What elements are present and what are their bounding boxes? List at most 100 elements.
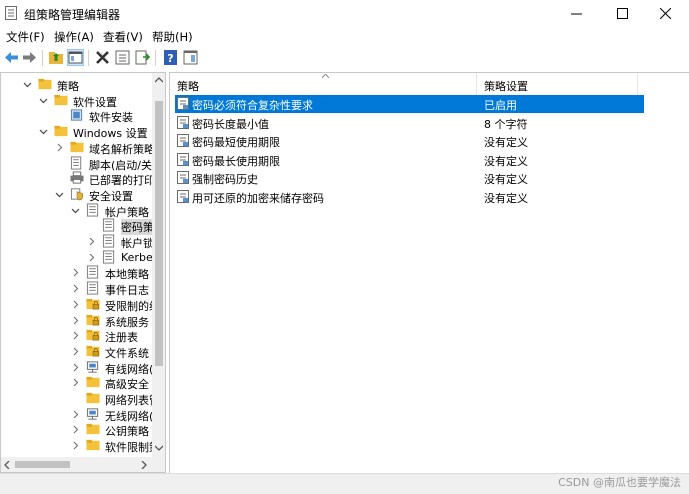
chevron-right-icon[interactable] (55, 143, 64, 152)
svg-text:?: ? (167, 52, 173, 65)
chevron-right-icon[interactable] (71, 284, 80, 293)
column-header-policy[interactable]: 策略 (170, 73, 477, 95)
chevron-right-icon[interactable] (87, 237, 96, 246)
scroll-right-icon (141, 461, 147, 469)
console-tree[interactable]: 策略软件设置软件安装 Windows 设置域名解析策略脚本(启动/关机已部署的打印… (0, 72, 166, 473)
tree-node[interactable]: 网络列表管 (71, 391, 152, 407)
show-action-pane-button[interactable] (182, 49, 199, 66)
chevron-right-icon[interactable] (71, 441, 80, 450)
chevron-right-icon[interactable] (71, 316, 80, 325)
policy-setting-icon (177, 171, 189, 184)
chevron-right-icon[interactable] (71, 378, 80, 387)
help-button[interactable]: ? (162, 49, 179, 66)
tree-node[interactable]: 注册表 (71, 328, 152, 344)
tree-vertical-scrollbar[interactable] (152, 73, 165, 457)
tree-vertical-scroll-thumb[interactable] (155, 101, 163, 366)
action-pane-icon (183, 50, 198, 65)
policy-row[interactable]: 密码最长使用期限 没有定义 (175, 151, 644, 169)
tree-node[interactable]: 安全设置 (55, 187, 152, 203)
tree-node[interactable]: Kerber (87, 250, 152, 266)
policy-row[interactable]: 用可还原的加密来储存密码 没有定义 (175, 188, 644, 206)
policy-row[interactable]: 密码必须符合复杂性要求 已启用 (175, 95, 644, 113)
tree-node[interactable]: 策略 (23, 77, 152, 93)
tree-node[interactable]: 系统服务 (71, 313, 152, 329)
tree-node-label: 已部署的打印 (89, 174, 152, 188)
tree-node-label: 网络列表管 (105, 394, 152, 407)
menu-view[interactable]: 查看(V) (103, 29, 143, 45)
policy-setting-value: 8 个字符 (484, 117, 528, 131)
chevron-right-icon[interactable] (71, 268, 80, 277)
maximize-button[interactable] (600, 0, 646, 26)
up-one-level-button[interactable] (48, 49, 65, 66)
export-list-button[interactable] (134, 49, 151, 66)
console-tree-icon (68, 51, 83, 64)
tree-node[interactable]: 软件设置 (39, 93, 152, 109)
tree-view: 策略软件设置软件安装 Windows 设置域名解析策略脚本(启动/关机已部署的打印… (1, 73, 152, 457)
tree-node[interactable]: 公钥策略 (71, 422, 152, 438)
tree-node[interactable]: 脚本(启动/关机 (55, 155, 152, 172)
policy-row[interactable]: 密码最短使用期限 没有定义 (175, 132, 644, 150)
tree-node-label: 脚本(启动/关机 (89, 158, 152, 172)
menu-action[interactable]: 操作(A) (54, 29, 94, 45)
tree-node[interactable]: 帐户锁 (87, 234, 152, 250)
menu-file[interactable]: 文件(F) (6, 29, 45, 45)
delete-button[interactable] (94, 49, 111, 66)
policy-setting-icon (177, 115, 189, 129)
tree-node[interactable]: Windows 设置 (39, 124, 152, 140)
tree-node[interactable]: 软件安装 (55, 108, 152, 124)
policy-name: 密码必须符合复杂性要求 (192, 99, 313, 112)
chevron-right-icon[interactable] (71, 363, 80, 372)
tree-node[interactable]: 有线网络(I (71, 360, 152, 376)
chevron-right-icon[interactable] (71, 347, 80, 356)
chevron-down-icon[interactable] (55, 190, 64, 199)
no-expander (55, 111, 64, 120)
properties-icon (115, 50, 130, 65)
policy-name: 密码长度最小值 (192, 117, 269, 131)
chevron-down-icon[interactable] (39, 96, 48, 105)
close-button[interactable] (643, 0, 689, 26)
tree-node-label: 有线网络(I (105, 362, 152, 376)
forward-button[interactable] (21, 49, 38, 66)
tree-horizontal-scroll-thumb[interactable] (15, 461, 70, 468)
folder-icon (54, 94, 68, 105)
chevron-right-icon[interactable] (71, 331, 80, 340)
tree-node[interactable]: 软件限制策 (71, 438, 152, 454)
policy-row[interactable]: 密码长度最小值 8 个字符 (175, 114, 644, 132)
tree-node[interactable]: 密码策 (87, 218, 152, 236)
tree-node-label: Windows 设置 (73, 127, 148, 141)
policy-row[interactable]: 强制密码历史 没有定义 (175, 169, 644, 187)
back-button[interactable] (3, 49, 20, 66)
tree-node[interactable]: 域名解析策略 (55, 140, 152, 156)
menu-help[interactable]: 帮助(H) (152, 29, 193, 45)
chevron-right-icon[interactable] (71, 410, 80, 419)
properties-button[interactable] (114, 49, 131, 66)
policy-icon (102, 234, 115, 248)
tree-node[interactable]: 高级安全 V (71, 375, 152, 391)
tree-node-label: 无线网络(I (105, 409, 152, 423)
policy-name: 强制密码历史 (192, 173, 258, 186)
policy-setting-value: 没有定义 (484, 191, 528, 205)
chevron-down-icon[interactable] (71, 206, 80, 215)
tree-node[interactable]: 受限制的组 (71, 297, 152, 313)
tree-node[interactable]: 本地策略 (71, 265, 152, 281)
tree-node[interactable]: 无线网络(I (71, 407, 152, 423)
minimize-button[interactable] (554, 0, 600, 26)
chevron-down-icon[interactable] (39, 127, 48, 136)
tree-horizontal-scrollbar[interactable] (1, 457, 152, 472)
security-icon (70, 188, 83, 201)
column-header-setting[interactable]: 策略设置 (477, 73, 638, 95)
close-icon (660, 8, 671, 19)
show-hide-tree-button[interactable] (67, 49, 84, 66)
window-title: 组策略管理编辑器 (24, 8, 121, 22)
tree-node[interactable]: 事件日志 (71, 281, 152, 297)
chevron-right-icon[interactable] (71, 300, 80, 309)
sort-ascending-icon (322, 74, 329, 78)
folder-lock-icon (86, 330, 100, 341)
tree-node[interactable]: 文件系统 (71, 344, 152, 360)
chevron-right-icon[interactable] (71, 425, 80, 434)
tree-node[interactable]: 帐户策略 (71, 203, 152, 219)
chevron-down-icon[interactable] (23, 80, 32, 89)
tree-node[interactable]: 已部署的打印 (55, 171, 152, 187)
chevron-right-icon[interactable] (87, 253, 96, 262)
title-bar: 组策略管理编辑器 (0, 0, 689, 26)
